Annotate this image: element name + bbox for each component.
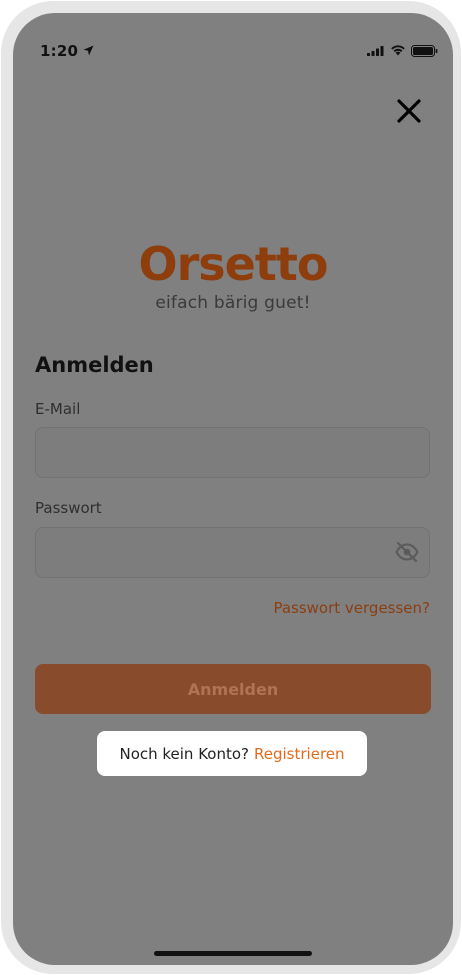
email-field[interactable] xyxy=(35,427,430,478)
register-link[interactable]: Registrieren xyxy=(254,745,345,763)
wifi-icon xyxy=(391,45,405,56)
page-title: Anmelden xyxy=(35,353,154,377)
status-time: 1:20 xyxy=(40,42,79,60)
logo-tagline: eifach bärig guet! xyxy=(155,293,311,313)
location-arrow-icon xyxy=(83,45,94,56)
password-label: Passwort xyxy=(35,499,102,517)
battery-icon xyxy=(411,45,438,57)
logo-text: Orsetto xyxy=(138,237,329,291)
screen: 1:20 Orsetto eifach bärig guet! Anmelden… xyxy=(13,13,453,965)
register-text: Noch kein Konto? xyxy=(119,744,250,763)
email-label: E-Mail xyxy=(35,400,81,418)
eye-off-icon[interactable] xyxy=(395,541,419,563)
phone-frame: 1:20 Orsetto eifach bärig guet! Anmelden… xyxy=(1,1,461,974)
forgot-password-link[interactable]: Passwort vergessen? xyxy=(273,599,430,617)
brand-logo: Orsetto eifach bärig guet! xyxy=(13,241,453,313)
cellular-signal-icon xyxy=(367,46,384,56)
close-icon[interactable] xyxy=(396,98,422,124)
password-field[interactable] xyxy=(35,527,430,578)
home-indicator xyxy=(154,951,312,956)
register-prompt: Noch kein Konto? Registrieren xyxy=(97,731,367,776)
login-button[interactable]: Anmelden xyxy=(35,664,431,714)
